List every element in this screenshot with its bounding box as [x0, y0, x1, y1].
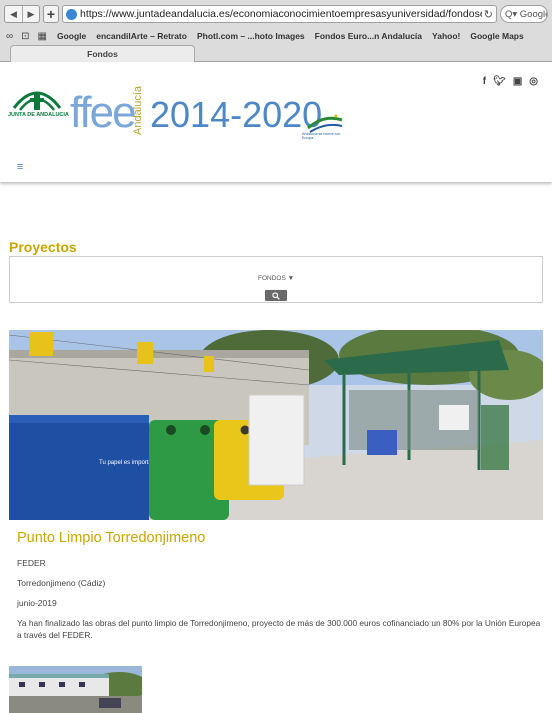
bookmark-item[interactable]: Fondos Euro...n Andalucía — [315, 31, 422, 41]
bookmarks-bar: ∞ ⊡ ▦ Google encandilArte – Retrato Phot… — [0, 28, 552, 44]
youtube-icon[interactable]: ▣ — [513, 76, 522, 87]
bookmark-item[interactable]: encandilArte – Retrato — [96, 31, 187, 41]
nav-buttons: ◀ ▶ — [4, 5, 40, 23]
browser-toolbar: ◀ ▶ + https://www.juntadeandalucia.es/ec… — [0, 0, 552, 28]
grid-icon[interactable]: ▦ — [38, 31, 47, 42]
project-date: junio-2019 — [17, 598, 57, 608]
tab-fondos[interactable]: Fondos — [10, 45, 195, 62]
eu-tagline: Andalucía se mueve con Europa — [302, 132, 341, 140]
site-header: JUNTA DE ANDALUCIA ffee Andalucía 2014-2… — [0, 62, 552, 182]
project-fund: FEDER — [17, 558, 46, 568]
project-photo[interactable]: Tu papel es importante — [9, 330, 543, 520]
reload-icon[interactable]: ↻ — [484, 8, 493, 21]
address-bar[interactable]: https://www.juntadeandalucia.es/economia… — [62, 5, 497, 23]
bookmark-item[interactable]: Yahoo! — [432, 31, 460, 41]
tab-strip: Fondos — [0, 45, 552, 62]
browser-search-input[interactable]: Q▾ Google — [500, 5, 548, 23]
region-text: Andalucía — [132, 86, 144, 135]
search-icon — [272, 291, 280, 300]
url-text: https://www.juntadeandalucia.es/economia… — [80, 8, 482, 20]
junta-logo-text: JUNTA DE ANDALUCIA — [8, 112, 69, 118]
bookmark-item[interactable]: Google Maps — [470, 31, 523, 41]
menu-icon[interactable]: ≡ — [17, 161, 23, 173]
ffee-brand-text: ffee — [70, 88, 137, 137]
bookmark-item[interactable]: Photl.com – ...hoto Images — [197, 31, 305, 41]
social-links: f 🐦︎ ▣ ◎ — [483, 76, 538, 87]
ffee-logo[interactable]: ffee Andalucía 2014-2020 Andalucía se mu… — [70, 82, 350, 140]
new-tab-button[interactable]: + — [43, 5, 59, 23]
section-title: Proyectos — [9, 239, 77, 255]
facebook-icon[interactable]: f — [483, 76, 486, 87]
filter-panel: FONDOS ▼ — [9, 256, 543, 303]
globe-icon — [66, 8, 77, 20]
next-project-thumbnail[interactable] — [9, 666, 142, 713]
browser-chrome: ◀ ▶ + https://www.juntadeandalucia.es/ec… — [0, 0, 552, 62]
reading-list-icon[interactable]: ∞ — [6, 31, 13, 42]
search-button[interactable] — [265, 290, 287, 301]
bookmark-item[interactable]: Google — [57, 31, 86, 41]
instagram-icon[interactable]: ◎ — [529, 76, 538, 87]
fondos-dropdown[interactable]: FONDOS ▼ — [10, 275, 542, 282]
project-description: Ya han finalizado las obras del punto li… — [17, 618, 541, 640]
period-text: 2014-2020 — [150, 94, 323, 135]
back-icon[interactable]: ◀ — [5, 6, 22, 22]
project-location: Torredonjimeno (Cádiz) — [17, 578, 106, 588]
twitter-icon[interactable]: 🐦︎ — [493, 76, 506, 87]
project-title[interactable]: Punto Limpio Torredonjimeno — [17, 530, 205, 546]
forward-icon[interactable]: ▶ — [22, 6, 39, 22]
book-icon[interactable]: ⊡ — [21, 31, 29, 42]
